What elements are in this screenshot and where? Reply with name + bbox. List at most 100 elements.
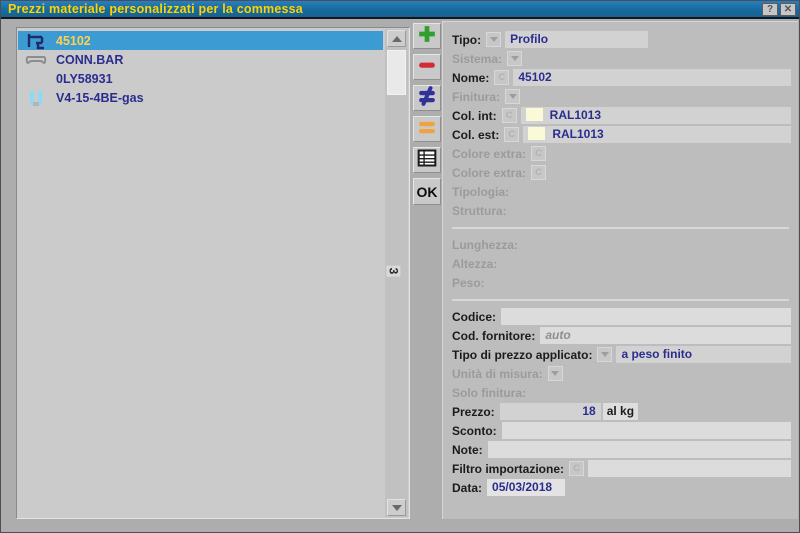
color-swatch[interactable] <box>528 127 545 140</box>
nome-field[interactable]: 45102 <box>513 69 791 86</box>
row-nome: Nome: C 45102 <box>452 68 791 87</box>
filtro-c-button[interactable]: C <box>569 461 584 476</box>
row-altezza: Altezza: <box>452 254 791 273</box>
row-tipo-prezzo: Tipo di prezzo applicato: a peso finito <box>452 345 791 364</box>
color-swatch[interactable] <box>526 108 543 121</box>
chevron-down-icon <box>490 37 498 42</box>
col-int-label: Col. int: <box>452 109 497 123</box>
peso-label: Peso: <box>452 276 485 290</box>
sistema-dropdown-button <box>507 51 522 66</box>
data-field[interactable]: 05/03/2018 <box>487 479 565 496</box>
gasket-icon <box>23 89 49 107</box>
close-button[interactable]: ✕ <box>780 3 796 16</box>
ok-button[interactable]: OK <box>413 178 441 205</box>
altezza-label: Altezza: <box>452 257 497 271</box>
help-button[interactable]: ? <box>762 3 778 16</box>
codice-label: Codice: <box>452 310 496 324</box>
dialog-window: Prezzi materiale personalizzati per la c… <box>0 0 800 533</box>
material-list: 45102 CONN.BAR 0LY58931 V4-15-4BE-gas <box>18 31 383 107</box>
tipologia-label: Tipologia: <box>452 185 509 199</box>
nome-c-button[interactable]: C <box>494 70 509 85</box>
table-icon <box>416 148 438 173</box>
list-scrollbar[interactable]: 3 <box>385 29 408 517</box>
row-note: Note: <box>452 440 791 459</box>
row-finitura: Finitura: <box>452 87 791 106</box>
row-colore-extra-1: Colore extra: C <box>452 144 791 163</box>
row-colore-extra-2: Colore extra: C <box>452 163 791 182</box>
list-item-0ly58931[interactable]: 0LY58931 <box>18 69 383 88</box>
title-bar[interactable]: Prezzi materiale personalizzati per la c… <box>1 1 799 19</box>
chevron-down-icon <box>509 94 517 99</box>
tipo-field[interactable]: Profilo <box>505 31 648 48</box>
connector-icon <box>23 53 49 67</box>
sistema-label: Sistema: <box>452 52 502 66</box>
tipo-prezzo-dropdown-button[interactable] <box>597 347 612 362</box>
scroll-up-button[interactable] <box>387 30 406 47</box>
note-field[interactable] <box>488 441 791 458</box>
unita-misura-label: Unità di misura: <box>452 367 543 381</box>
remove-button[interactable] <box>413 54 441 80</box>
arrow-up-icon <box>392 36 402 42</box>
finitura-label: Finitura: <box>452 90 500 104</box>
row-filtro-importazione: Filtro importazione: C <box>452 459 791 478</box>
tipo-prezzo-field[interactable]: a peso finito <box>616 346 791 363</box>
tipo-prezzo-label: Tipo di prezzo applicato: <box>452 348 592 362</box>
table-button[interactable] <box>413 147 441 173</box>
filtro-importazione-label: Filtro importazione: <box>452 462 564 476</box>
sconto-field[interactable] <box>502 422 791 439</box>
separator <box>452 292 791 307</box>
separator <box>452 220 791 235</box>
list-item-label: V4-15-4BE-gas <box>56 91 144 105</box>
tipo-label: Tipo: <box>452 33 481 47</box>
col-int-field[interactable]: RAL1013 <box>521 107 791 124</box>
list-item-connbar[interactable]: CONN.BAR <box>18 50 383 69</box>
row-unita-misura: Unità di misura: <box>452 364 791 383</box>
cod-fornitore-label: Cod. fornitore: <box>452 329 535 343</box>
minus-icon <box>416 54 438 81</box>
row-col-est: Col. est: C RAL1013 <box>452 125 791 144</box>
titlebar-buttons: ? ✕ <box>762 3 799 16</box>
col-int-c-button[interactable]: C <box>502 108 517 123</box>
plus-icon <box>416 23 438 50</box>
col-est-c-button[interactable]: C <box>504 127 519 142</box>
data-label: Data: <box>452 481 482 495</box>
colore-extra-2-c-button: C <box>531 165 546 180</box>
chevron-down-icon <box>511 56 519 61</box>
tipo-dropdown-button[interactable] <box>486 32 501 47</box>
scroll-count-badge: 3 <box>386 266 400 277</box>
list-item-label: CONN.BAR <box>56 53 123 67</box>
struttura-label: Struttura: <box>452 204 507 218</box>
row-sistema: Sistema: <box>452 49 791 68</box>
row-col-int: Col. int: C RAL1013 <box>452 106 791 125</box>
col-int-value: RAL1013 <box>550 108 601 122</box>
list-item-45102[interactable]: 45102 <box>18 31 383 50</box>
cod-fornitore-field[interactable]: auto <box>540 327 791 344</box>
not-equal-icon <box>416 85 438 112</box>
row-peso: Peso: <box>452 273 791 292</box>
equal-icon <box>416 116 438 143</box>
col-est-value: RAL1013 <box>552 127 603 141</box>
list-item-v4-gasket[interactable]: V4-15-4BE-gas <box>18 88 383 107</box>
colore-extra-2-label: Colore extra: <box>452 166 526 180</box>
lunghezza-label: Lunghezza: <box>452 238 518 252</box>
nome-label: Nome: <box>452 71 489 85</box>
arrow-down-icon <box>392 505 402 511</box>
list-item-label: 0LY58931 <box>56 72 113 86</box>
equalize-button[interactable] <box>413 116 441 142</box>
note-label: Note: <box>452 443 483 457</box>
col-est-label: Col. est: <box>452 128 499 142</box>
toolbar: OK <box>413 23 441 210</box>
scroll-down-button[interactable] <box>387 499 406 516</box>
row-codice: Codice: <box>452 307 791 326</box>
replace-button[interactable] <box>413 85 441 111</box>
col-est-field[interactable]: RAL1013 <box>523 126 791 143</box>
scrollbar-thumb[interactable] <box>387 50 406 95</box>
prezzo-field[interactable]: 18 <box>500 403 601 420</box>
sconto-label: Sconto: <box>452 424 497 438</box>
add-button[interactable] <box>413 23 441 49</box>
row-sconto: Sconto: <box>452 421 791 440</box>
codice-field[interactable] <box>501 308 791 325</box>
filtro-field[interactable] <box>588 460 791 477</box>
list-item-label: 45102 <box>56 34 91 48</box>
row-struttura: Struttura: <box>452 201 791 220</box>
